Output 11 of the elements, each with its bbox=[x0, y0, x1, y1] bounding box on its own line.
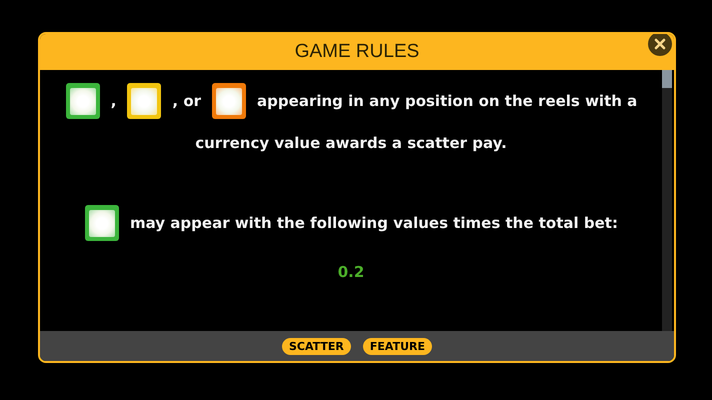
close-icon bbox=[654, 38, 666, 50]
rule-text: appearing in any position on the reels with a bbox=[257, 90, 638, 112]
rule-text: may appear with the following values times the total bet: bbox=[130, 212, 618, 234]
rule-text: , bbox=[110, 90, 116, 112]
footer-tab[interactable]: FEATURE bbox=[362, 338, 432, 354]
rule-text: currency value awards a scatter pay. bbox=[195, 132, 507, 154]
footer-tab[interactable]: SCATTER bbox=[282, 338, 351, 354]
dialog-title: GAME RULES bbox=[294, 40, 420, 64]
value-text: 0.2 bbox=[338, 262, 364, 283]
close-button[interactable] bbox=[648, 34, 672, 56]
rule-text: , or bbox=[172, 90, 202, 112]
